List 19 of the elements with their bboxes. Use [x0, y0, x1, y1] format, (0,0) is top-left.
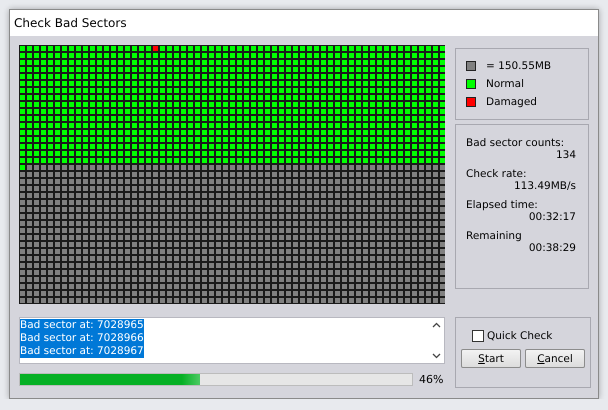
- stat-label: Elapsed time:: [466, 199, 539, 211]
- start-button[interactable]: Start: [461, 349, 521, 368]
- stat-value: 113.49MB/s: [514, 180, 576, 192]
- checkbox[interactable]: [472, 330, 484, 342]
- window-title: Check Bad Sectors: [14, 16, 127, 30]
- cancel-button[interactable]: Cancel: [525, 349, 585, 368]
- scroll-down-icon[interactable]: [432, 353, 440, 359]
- legend-label: Damaged: [486, 96, 537, 108]
- legend-label: = 150.55MB: [486, 60, 552, 72]
- stat-label: Check rate:: [466, 168, 528, 180]
- stat-label: Remaining: [466, 230, 523, 242]
- scroll-up-icon[interactable]: [432, 322, 440, 328]
- legend-label: Normal: [486, 78, 524, 90]
- progress-percent: 46%: [419, 373, 444, 386]
- checkbox-label[interactable]: Quick Check: [487, 330, 552, 342]
- stat-value: 00:32:17: [528, 211, 576, 223]
- stat-label: Bad sector counts:: [466, 137, 566, 149]
- stat-value: 00:38:29: [528, 242, 576, 254]
- stat-value: 134: [556, 149, 576, 161]
